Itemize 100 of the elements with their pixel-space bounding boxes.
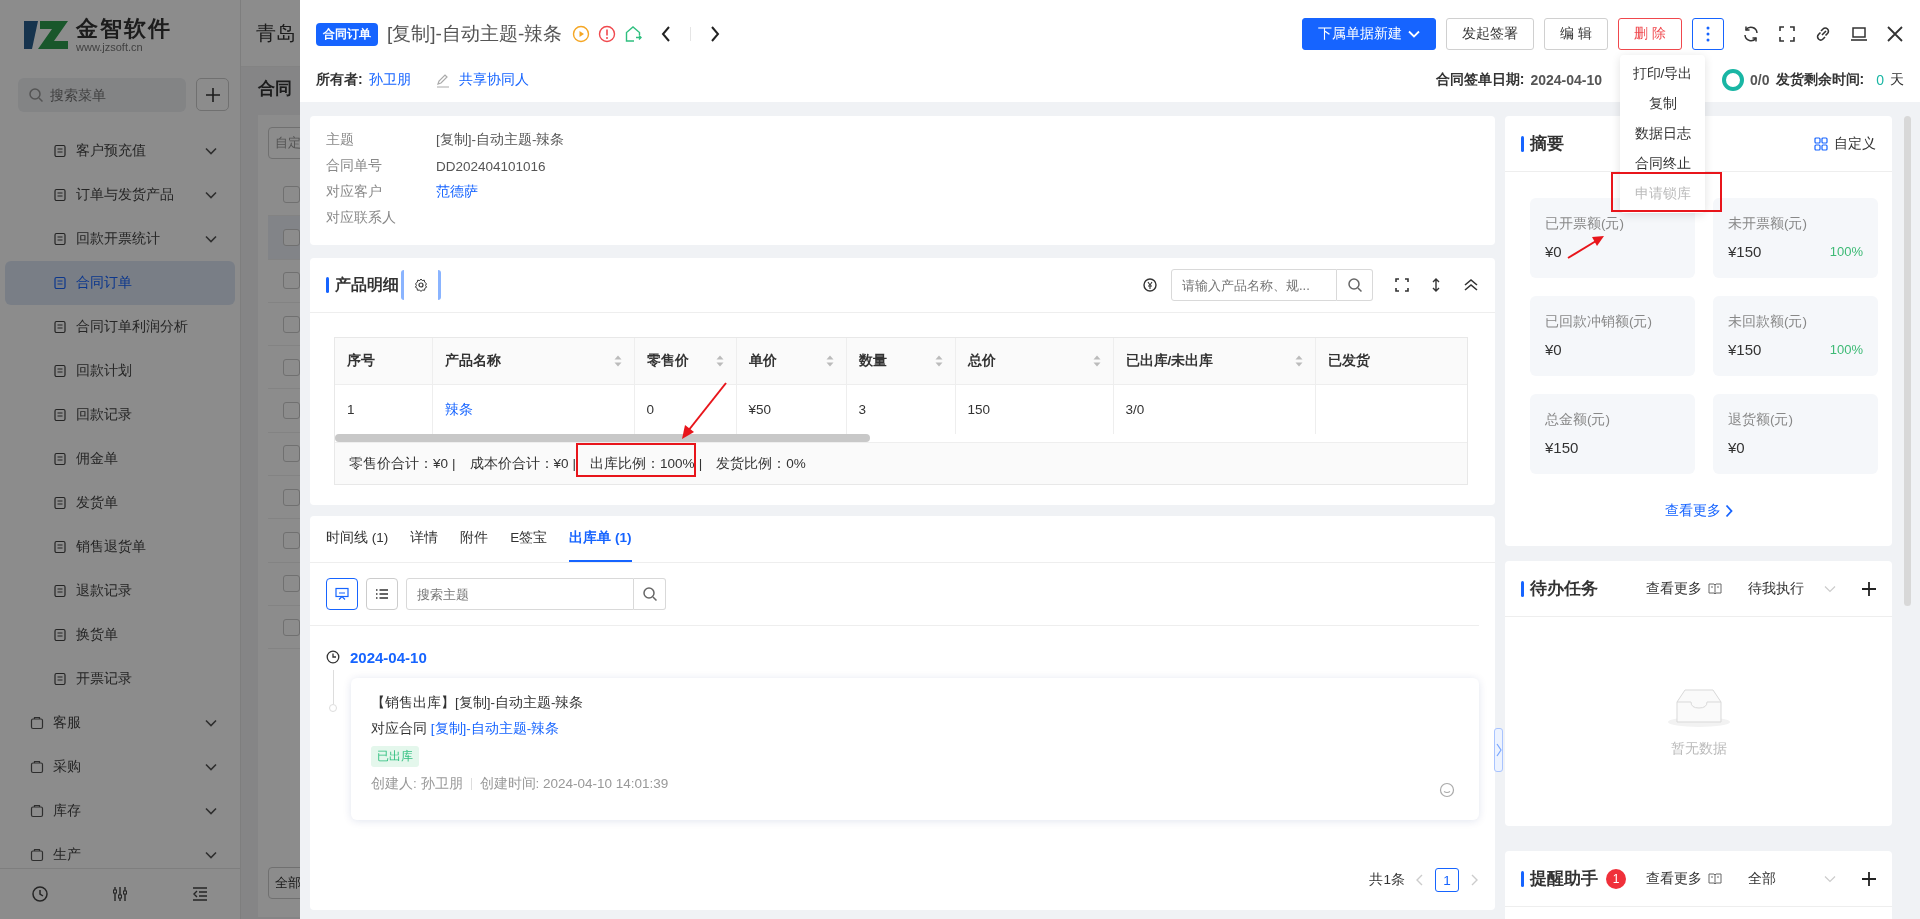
refresh-icon[interactable] — [1742, 25, 1760, 43]
warning-circle-icon[interactable] — [598, 25, 617, 43]
scrollbar[interactable] — [335, 434, 870, 442]
column-header[interactable]: 单价 — [736, 338, 846, 385]
tab[interactable]: 时间线 (1) — [326, 516, 389, 562]
menu-item[interactable]: 订单与发货产品 — [5, 173, 235, 217]
view-more-link[interactable]: 查看更多 — [1646, 869, 1702, 888]
add-icon[interactable] — [1862, 871, 1876, 886]
row-checkbox[interactable] — [283, 575, 300, 593]
subject-search-field[interactable]: 搜索主题 — [406, 578, 634, 610]
play-circle-icon[interactable] — [572, 25, 591, 43]
action-button[interactable]: 下属单据新建 — [1302, 18, 1437, 50]
contract-link[interactable]: [复制]-自动主题-辣条 — [430, 721, 560, 736]
record-card[interactable]: 【销售出库】[复制]-自动主题-辣条 对应合同 [复制]-自动主题-辣条 已出库 创建人: 孙卫朋 创建时间: 2024-04-10 14:01:39 — [351, 678, 1479, 820]
row-checkbox[interactable] — [283, 228, 300, 246]
coin-icon[interactable] — [1143, 278, 1157, 292]
menu-item[interactable]: 生产 — [5, 833, 235, 868]
search-button[interactable] — [634, 578, 666, 610]
tab[interactable]: 出库单 (1) — [569, 516, 632, 562]
sign-date-label: 合同签单日期: — [1435, 71, 1525, 89]
tab[interactable]: 详情 — [410, 516, 439, 562]
house-arrow-icon[interactable] — [624, 25, 643, 43]
row-checkbox[interactable] — [283, 618, 300, 636]
fullscreen-icon[interactable] — [1395, 278, 1409, 292]
page-button[interactable]: 1 — [1435, 868, 1459, 892]
board-view-button[interactable] — [326, 578, 358, 610]
vertical-arrows-icon[interactable] — [1431, 277, 1441, 293]
menu-search-field[interactable]: 搜索菜单 — [18, 78, 186, 112]
previous-icon[interactable] — [660, 25, 673, 43]
expand-handle[interactable] — [1494, 728, 1503, 772]
section-title: 提醒助手 — [1530, 868, 1598, 890]
menu-item[interactable]: 复制 — [1620, 89, 1705, 119]
menu-item[interactable]: 库存 — [5, 789, 235, 833]
share-link[interactable]: 共享协同人 — [458, 71, 529, 89]
sliders-icon[interactable] — [111, 885, 129, 903]
menu-item[interactable]: 换货单 — [5, 613, 235, 657]
document-icon — [53, 188, 67, 202]
comment-icon[interactable] — [1439, 782, 1455, 798]
more-button[interactable] — [1692, 18, 1724, 50]
menu-item[interactable]: 佣金单 — [5, 437, 235, 481]
tab[interactable]: E签宝 — [510, 516, 548, 562]
menu-item[interactable]: 合同订单利润分析 — [5, 305, 235, 349]
menu-item[interactable]: 客服 — [5, 701, 235, 745]
link-icon[interactable] — [1814, 25, 1832, 43]
menu-item[interactable]: 数据日志 — [1620, 119, 1705, 149]
menu-item[interactable]: 发货单 — [5, 481, 235, 525]
row-checkbox[interactable] — [283, 488, 300, 506]
owner-link[interactable]: 孙卫朋 — [368, 71, 411, 89]
menu-item[interactable]: 回款计划 — [5, 349, 235, 393]
action-button[interactable]: 编 辑 — [1544, 18, 1609, 50]
action-button[interactable]: 删 除 — [1618, 18, 1682, 50]
customer-link[interactable]: 范德萨 — [436, 183, 478, 201]
row-checkbox[interactable] — [283, 532, 300, 549]
stat-label: 未开票额(元) — [1728, 215, 1808, 233]
column-header[interactable]: 已发货 — [1315, 338, 1467, 385]
column-header[interactable]: 序号 — [335, 338, 432, 385]
page-title: 合同 — [258, 78, 292, 100]
view-more-link[interactable]: 查看更多 — [1664, 502, 1733, 520]
row-checkbox[interactable] — [283, 402, 300, 420]
scrollbar[interactable] — [1904, 116, 1911, 606]
list-view-button[interactable] — [366, 578, 398, 610]
row-checkbox[interactable] — [283, 185, 300, 203]
column-header[interactable]: 零售价 — [634, 338, 736, 385]
column-header[interactable]: 已出库/未出库 — [1113, 338, 1315, 385]
add-icon[interactable] — [1862, 581, 1876, 596]
view-more-link[interactable]: 查看更多 — [1646, 579, 1702, 598]
column-header[interactable]: 总价 — [955, 338, 1113, 385]
menu-item[interactable]: 退款记录 — [5, 569, 235, 613]
close-icon[interactable] — [1886, 25, 1904, 43]
next-icon[interactable] — [709, 25, 722, 43]
column-header[interactable]: 数量 — [846, 338, 955, 385]
row-checkbox[interactable] — [283, 315, 300, 333]
laptop-icon[interactable] — [1850, 25, 1868, 43]
search-button[interactable] — [1337, 269, 1373, 301]
product-search-field[interactable]: 请输入产品名称、规... — [1171, 269, 1337, 301]
chevron-down-icon — [205, 719, 217, 727]
menu-item[interactable]: 回款开票统计 — [5, 217, 235, 261]
menu-item[interactable]: 销售退货单 — [5, 525, 235, 569]
row-checkbox[interactable] — [283, 445, 300, 463]
collapse-menu-icon[interactable] — [191, 885, 209, 903]
filter-dropdown[interactable]: 全部 — [1748, 869, 1824, 888]
menu-item[interactable]: 合同订单 — [5, 261, 235, 305]
tab[interactable]: 附件 — [460, 516, 489, 562]
action-button[interactable]: 发起签署 — [1446, 18, 1535, 50]
filter-dropdown[interactable]: 待我执行 — [1748, 579, 1824, 598]
menu-item[interactable]: 开票记录 — [5, 657, 235, 701]
total-text: 出库比例：100% — [590, 454, 695, 473]
fullscreen-icon[interactable] — [1778, 25, 1796, 43]
column-header[interactable]: 产品名称 — [432, 338, 634, 385]
menu-item[interactable]: 打印/导出 — [1620, 59, 1705, 89]
menu-item[interactable]: 客户预充值 — [5, 129, 235, 173]
collapse-icon[interactable] — [1463, 278, 1479, 292]
menu-item[interactable]: 采购 — [5, 745, 235, 789]
row-checkbox[interactable] — [283, 358, 300, 376]
history-icon[interactable] — [31, 885, 49, 903]
count-badge: 1 — [1606, 868, 1626, 889]
add-button[interactable] — [196, 78, 229, 111]
menu-item[interactable]: 回款记录 — [5, 393, 235, 437]
customize-link[interactable]: 自定义 — [1834, 134, 1876, 153]
row-checkbox[interactable] — [283, 272, 300, 290]
